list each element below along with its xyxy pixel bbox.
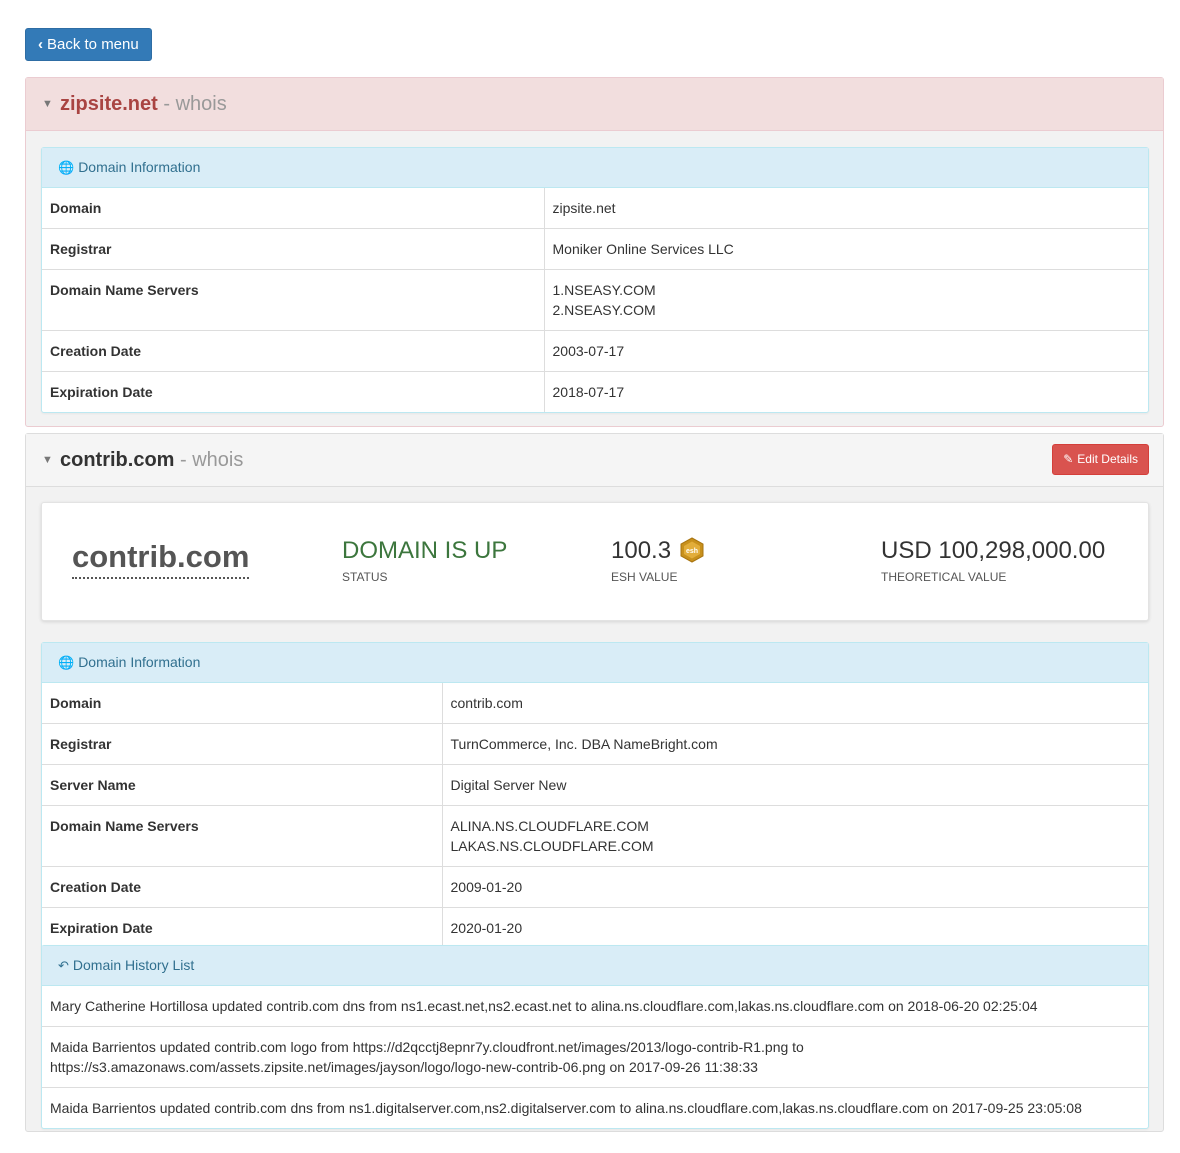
row-key: Creation Date <box>42 866 442 908</box>
row-key: Expiration Date <box>42 907 442 948</box>
row-value: 1.NSEASY.COM 2.NSEASY.COM <box>543 269 1148 331</box>
row-key: Domain Name Servers <box>42 269 544 331</box>
row-value: Digital Server New <box>441 764 1148 806</box>
row-value-line: contrib.com <box>450 695 523 711</box>
table-row: Server Name Digital Server New <box>42 764 1148 806</box>
esh-value: 100.3 <box>611 537 672 564</box>
row-value-line: Moniker Online Services LLC <box>552 241 734 257</box>
history-entry-line: https://s3.amazonaws.com/assets.zipsite.… <box>50 1059 758 1075</box>
row-value: ALINA.NS.CLOUDFLARE.COM LAKAS.NS.CLOUDFLA… <box>441 805 1148 867</box>
status-value: DOMAIN IS UP <box>342 537 508 564</box>
esh-label: ESH VALUE <box>611 570 678 584</box>
whois-panel-header[interactable]: ▼ zipsite.net - whois <box>26 78 1163 131</box>
edit-icon: ✎ <box>1063 452 1074 466</box>
row-key: Domain Name Servers <box>42 805 442 867</box>
list-item: Maida Barrientos updated contrib.com dns… <box>42 1087 1148 1128</box>
domain-information-title: Domain Information <box>78 159 201 175</box>
globe-icon: 🌐 <box>58 160 75 175</box>
row-value-line: TurnCommerce, Inc. DBA NameBright.com <box>450 736 718 752</box>
back-to-menu-button[interactable]: ‹ Back to menu <box>25 28 152 61</box>
table-row: Registrar Moniker Online Services LLC <box>42 228 1148 270</box>
table-row: Domain Name Servers 1.NSEASY.COM 2.NSEASY.… <box>42 269 1148 331</box>
status-label: STATUS <box>342 570 388 584</box>
row-key: Registrar <box>42 228 544 270</box>
row-key: Creation Date <box>42 330 544 372</box>
theoretical-value-stat: USD 100,298,000.00 THEORETICAL VALUE <box>881 537 1105 584</box>
row-value-line: Digital Server New <box>450 777 567 793</box>
row-key: Registrar <box>42 723 442 765</box>
row-value: 2009-01-20 <box>441 866 1148 908</box>
status-stat: DOMAIN IS UP STATUS <box>342 537 507 584</box>
row-key: Expiration Date <box>42 371 544 412</box>
panel-title-suffix: - whois <box>157 93 227 115</box>
table-row: Registrar TurnCommerce, Inc. DBA NameBrig… <box>42 723 1148 765</box>
domain-history-list: Mary Catherine Hortillosa updated contri… <box>42 986 1148 1128</box>
table-row: Domain zipsite.net <box>42 188 1148 229</box>
whois-panel-header[interactable]: ▼ contrib.com - whois ✎ Edit Details <box>26 434 1163 487</box>
row-value-line: 2018-07-17 <box>552 384 625 400</box>
domain-information-header: 🌐 Domain Information <box>42 148 1148 188</box>
panel-domain-title: zipsite.net <box>60 93 158 115</box>
row-key: Domain <box>50 695 102 711</box>
row-value: 2018-07-17 <box>543 371 1148 412</box>
theoretical-value-label: THEORETICAL VALUE <box>881 570 1007 584</box>
row-value: Moniker Online Services LLC <box>543 228 1148 270</box>
esh-badge-icon: esh <box>680 537 704 563</box>
history-entry-line: Mary Catherine Hortillosa updated contri… <box>50 998 1038 1014</box>
whois-panel-contrib: ▼ contrib.com - whois ✎ Edit Details contr… <box>25 433 1164 1132</box>
row-key: Domain <box>50 200 102 216</box>
row-value-line: ALINA.NS.CLOUDFLARE.COM <box>450 818 649 834</box>
theoretical-value: USD 100,298,000.00 <box>881 537 1106 564</box>
chevron-down-icon[interactable]: ▼ <box>42 434 54 486</box>
row-value-line: 2003-07-17 <box>552 343 625 359</box>
row-value: contrib.com <box>441 683 1148 724</box>
domain-info-table: Domain contrib.com Registrar TurnCommerce, … <box>42 683 1148 948</box>
summary-domain-name[interactable]: contrib.com <box>72 539 250 579</box>
row-value-line: 2009-01-20 <box>450 879 523 895</box>
table-row: Expiration Date 2020-01-20 <box>42 907 1148 948</box>
table-row: Creation Date 2003-07-17 <box>42 330 1148 372</box>
domain-history-header: ↶ Domain History List <box>42 946 1148 986</box>
edit-details-button[interactable]: ✎ Edit Details <box>1052 444 1149 475</box>
history-entry-line: Maida Barrientos updated contrib.com dns… <box>50 1100 1082 1116</box>
row-value: 2020-01-20 <box>441 907 1148 948</box>
row-value-line: 2.NSEASY.COM <box>552 302 656 318</box>
row-value-line: zipsite.net <box>552 200 616 216</box>
domain-summary-box: contrib.com DOMAIN IS UP STATUS 100.3 es… <box>41 502 1149 621</box>
list-item: Mary Catherine Hortillosa updated contri… <box>42 986 1148 1026</box>
row-value-line: LAKAS.NS.CLOUDFLARE.COM <box>450 838 654 854</box>
domain-history-panel: ↶ Domain History List Mary Catherine Hort… <box>41 945 1149 1129</box>
domain-information-header: 🌐 Domain Information <box>42 643 1148 683</box>
domain-history-title: Domain History List <box>72 957 195 973</box>
whois-panel-zipsite: ▼ zipsite.net - whois 🌐 Domain Information… <box>25 77 1164 427</box>
back-to-menu-label: Back to menu <box>47 36 139 53</box>
history-entry-line: Maida Barrientos updated contrib.com log… <box>50 1039 804 1055</box>
table-row: Expiration Date 2018-07-17 <box>42 371 1148 412</box>
list-item: Maida Barrientos updated contrib.com log… <box>42 1026 1148 1087</box>
row-value: 2003-07-17 <box>543 330 1148 372</box>
table-row: Domain contrib.com <box>42 683 1148 724</box>
row-value-line: 1.NSEASY.COM <box>552 282 656 298</box>
edit-details-label: Edit Details <box>1077 452 1138 466</box>
domain-information-title: Domain Information <box>78 654 201 670</box>
row-value-line: 2020-01-20 <box>450 920 523 936</box>
panel-domain-title: contrib.com <box>60 449 175 471</box>
esh-stat: 100.3 esh ESH VALUE <box>611 537 705 584</box>
chevron-left-icon: ‹ <box>38 36 43 53</box>
chevron-down-icon[interactable]: ▼ <box>42 78 54 130</box>
domain-info-table: Domain zipsite.net Registrar Moniker Online… <box>42 188 1148 412</box>
domain-information-panel: 🌐 Domain Information Domain contrib.com Reg… <box>41 642 1149 949</box>
row-value: zipsite.net <box>543 188 1148 229</box>
reply-icon: ↶ <box>58 958 69 973</box>
globe-icon: 🌐 <box>58 655 75 670</box>
domain-information-panel: 🌐 Domain Information Domain zipsite.net Reg… <box>41 147 1149 413</box>
table-row: Creation Date 2009-01-20 <box>42 866 1148 908</box>
table-row: Domain Name Servers ALINA.NS.CLOUDFLARE.C… <box>42 805 1148 867</box>
esh-badge-text: esh <box>686 548 698 555</box>
panel-title-suffix: - whois <box>174 449 244 471</box>
row-value: TurnCommerce, Inc. DBA NameBright.com <box>441 723 1148 765</box>
row-key: Server Name <box>42 764 442 806</box>
